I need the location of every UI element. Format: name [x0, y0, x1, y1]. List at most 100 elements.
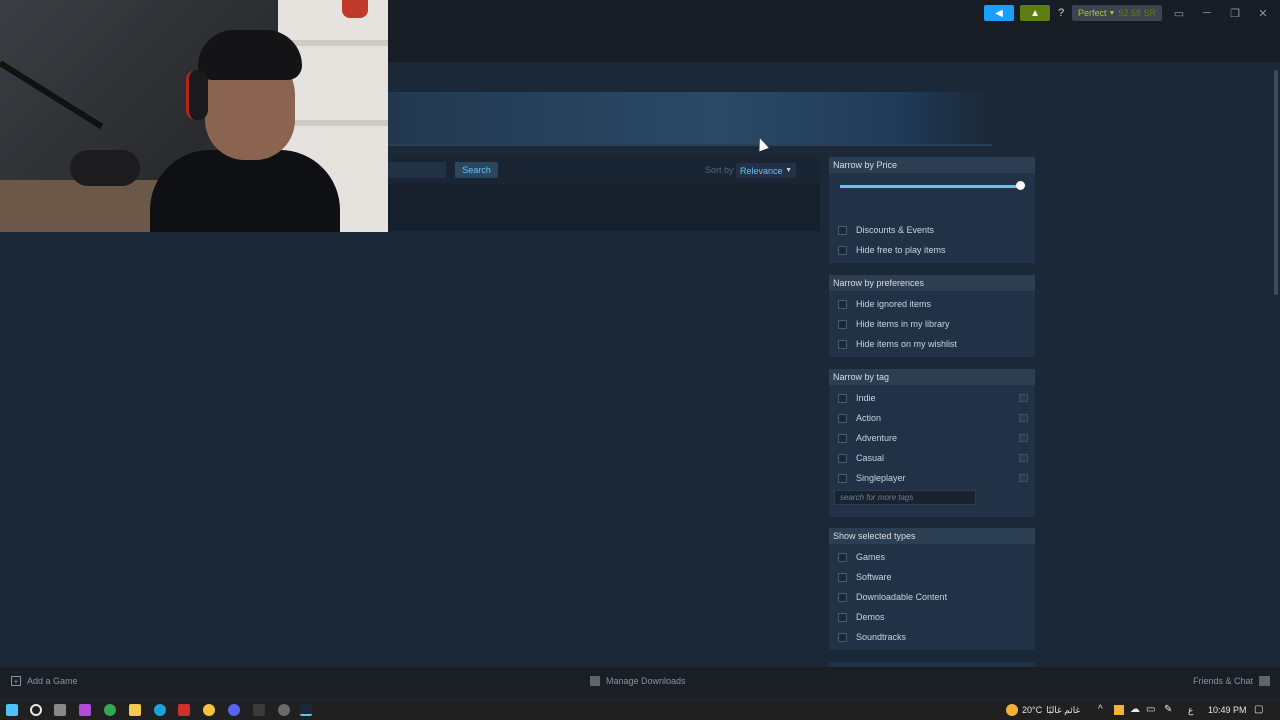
checkbox[interactable] — [838, 413, 847, 423]
maximize-button[interactable]: ❐ — [1224, 5, 1246, 21]
checkbox[interactable] — [838, 225, 847, 235]
option-discounts-events[interactable]: Discounts & Events — [829, 220, 1035, 240]
price-slider-handle[interactable] — [1016, 181, 1025, 190]
tray-app-icon[interactable] — [1114, 705, 1124, 715]
type-label: Downloadable Content — [856, 592, 948, 602]
title-bar-controls: ◀ ▲ ? Perfect ▼ 52.58 SR ▭ ─ ❐ ✕ — [984, 4, 1274, 22]
cloud-icon[interactable]: ☁ — [1130, 704, 1140, 715]
type-dlc[interactable]: Downloadable Content — [829, 587, 1035, 607]
pen-icon[interactable]: ✎ — [1164, 704, 1172, 715]
type-soundtracks[interactable]: Soundtracks — [829, 627, 1035, 647]
discord-icon[interactable] — [228, 704, 240, 716]
tag-label: Adventure — [856, 433, 898, 443]
wallet-balance: 52.58 SR — [1118, 8, 1156, 18]
checkbox[interactable] — [838, 473, 847, 483]
weather-text: غائم غالبًا — [1046, 704, 1081, 715]
big-picture-icon[interactable]: ▭ — [1168, 5, 1190, 21]
headset — [186, 70, 208, 120]
price-slider-track[interactable] — [840, 185, 1022, 188]
notification-center-icon[interactable]: ▢ — [1254, 704, 1263, 715]
chevron-up-icon[interactable]: ^ — [1098, 704, 1103, 715]
app-icon-1[interactable] — [79, 704, 91, 716]
checkbox[interactable] — [838, 552, 847, 562]
download-icon — [590, 676, 600, 686]
help-button[interactable]: ? — [1056, 7, 1066, 19]
scrollbar-thumb[interactable] — [1274, 70, 1278, 295]
add-game-label: Add a Game — [27, 676, 78, 686]
weather-widget[interactable]: 20°C غائم غالبًا — [1006, 704, 1080, 716]
checkbox[interactable] — [838, 612, 847, 622]
account-name: Perfect — [1078, 8, 1107, 18]
steam-icon[interactable] — [300, 704, 312, 716]
tag-search-input[interactable]: search for more tags — [834, 490, 976, 505]
announcements-button[interactable]: ◀ — [984, 5, 1015, 21]
option-hide-free-to-play[interactable]: Hide free to play items — [829, 240, 1035, 260]
option-hide-ignored[interactable]: Hide ignored items — [829, 294, 1035, 314]
search-icon[interactable] — [30, 704, 42, 716]
checkbox[interactable] — [838, 632, 847, 642]
sort-by-label: Sort by — [705, 165, 734, 175]
type-software[interactable]: Software — [829, 567, 1035, 587]
task-view-icon[interactable] — [54, 704, 66, 716]
megaphone-icon: ◀ — [995, 7, 1003, 19]
display-icon[interactable]: ▭ — [1146, 704, 1155, 715]
option-label: Hide items on my wishlist — [856, 339, 958, 349]
type-label: Soundtracks — [856, 632, 907, 642]
account-menu[interactable]: Perfect ▼ 52.58 SR — [1072, 5, 1162, 21]
sort-by-dropdown[interactable]: Relevance ▼ — [736, 163, 796, 178]
search-input[interactable] — [388, 162, 446, 178]
types-panel-header: Show selected types — [829, 528, 1035, 544]
sort-by-value: Relevance — [740, 165, 783, 176]
obs-icon[interactable] — [278, 704, 290, 716]
exclude-tag-icon[interactable] — [1019, 474, 1028, 482]
option-hide-library[interactable]: Hide items in my library — [829, 314, 1035, 334]
weather-temp: 20°C — [1022, 705, 1043, 715]
friends-chat-button[interactable]: Friends & Chat — [1193, 676, 1270, 686]
app-icon-2[interactable] — [203, 704, 215, 716]
checkbox[interactable] — [838, 339, 847, 349]
checkbox[interactable] — [838, 245, 847, 255]
option-hide-wishlist[interactable]: Hide items on my wishlist — [829, 334, 1035, 354]
tag-panel-header: Narrow by tag — [829, 369, 1035, 385]
tag-casual[interactable]: Casual — [829, 448, 1035, 468]
minimize-button[interactable]: ─ — [1196, 5, 1218, 21]
types-panel: Show selected types Games Software Downl… — [829, 528, 1035, 650]
exclude-tag-icon[interactable] — [1019, 394, 1028, 402]
notifications-button[interactable]: ▲ — [1020, 5, 1051, 21]
exclude-tag-icon[interactable] — [1019, 454, 1028, 462]
type-games[interactable]: Games — [829, 547, 1035, 567]
tag-indie[interactable]: Indie — [829, 388, 1035, 408]
edge-icon[interactable] — [154, 704, 166, 716]
exclude-tag-icon[interactable] — [1019, 434, 1028, 442]
adobe-icon[interactable] — [178, 704, 190, 716]
type-label: Software — [856, 572, 892, 582]
checkbox[interactable] — [838, 433, 847, 443]
checkbox[interactable] — [838, 319, 847, 329]
clock[interactable]: 10:49 PM — [1208, 705, 1247, 715]
preferences-panel-header: Narrow by preferences — [829, 275, 1035, 291]
manage-downloads-button[interactable]: Manage Downloads — [590, 676, 686, 686]
type-demos[interactable]: Demos — [829, 607, 1035, 627]
tag-adventure[interactable]: Adventure — [829, 428, 1035, 448]
close-button[interactable]: ✕ — [1252, 5, 1274, 21]
tag-singleplayer[interactable]: Singleplayer — [829, 468, 1035, 488]
option-label: Hide free to play items — [856, 245, 946, 255]
type-label: Demos — [856, 612, 885, 622]
tag-action[interactable]: Action — [829, 408, 1035, 428]
language-indicator[interactable]: ع — [1188, 705, 1193, 716]
windows-start-icon[interactable] — [6, 704, 18, 716]
page-scrollbar[interactable] — [1272, 62, 1280, 666]
chair — [0, 180, 160, 232]
checkbox[interactable] — [838, 592, 847, 602]
exclude-tag-icon[interactable] — [1019, 414, 1028, 422]
add-game-button[interactable]: + Add a Game — [11, 676, 78, 686]
tag-label: Action — [856, 413, 882, 423]
checkbox[interactable] — [838, 572, 847, 582]
search-button[interactable]: Search — [455, 162, 498, 178]
app-icon-3[interactable] — [253, 704, 265, 716]
chrome-icon[interactable] — [104, 704, 116, 716]
file-explorer-icon[interactable] — [129, 704, 141, 716]
checkbox[interactable] — [838, 393, 847, 403]
checkbox[interactable] — [838, 453, 847, 463]
checkbox[interactable] — [838, 299, 847, 309]
